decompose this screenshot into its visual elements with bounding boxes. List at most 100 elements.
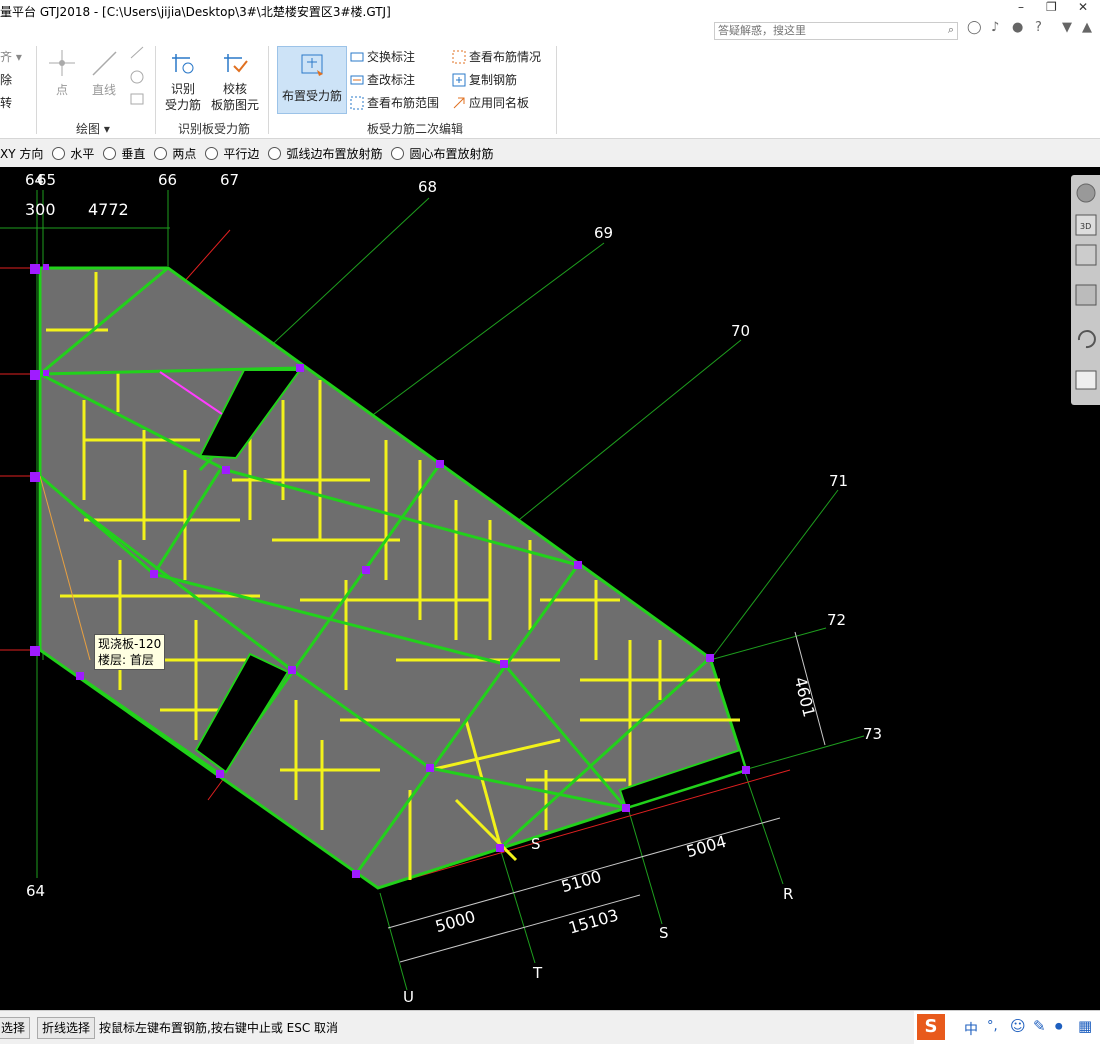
check-slab-rebar-label: 校核 板筋图元 (210, 82, 259, 112)
floor-plan[interactable] (0, 167, 1100, 1010)
chat-icon[interactable]: ● (1012, 20, 1023, 35)
cube-3d-icon: 3D (1075, 214, 1097, 236)
arc-icon (130, 46, 144, 105)
grid-icon[interactable]: ▦ (1078, 1017, 1092, 1035)
axis-label-69: 69 (594, 224, 614, 242)
edit-label-icon (350, 75, 364, 84)
draw-group-label[interactable]: 绘图 ▾ (76, 120, 110, 137)
draw-line-button[interactable]: 直线 (86, 48, 122, 98)
radio-parallel-edge[interactable]: 平行边 (205, 145, 259, 162)
radio-horizontal[interactable]: 水平 (52, 145, 94, 162)
axis-label-64-bottom: 64 (26, 882, 46, 900)
place-rebar-button[interactable]: 布置受力筋 (277, 46, 347, 114)
delete-button[interactable]: 除 (0, 71, 12, 88)
select-button[interactable]: 选择 (0, 1017, 31, 1039)
radio-center-radial[interactable]: 圆心布置放射筋 (391, 145, 493, 162)
axis-label-t: T (533, 964, 543, 982)
axis-label-u: U (403, 988, 414, 1006)
apply-same-label: 应用同名板 (469, 96, 530, 110)
close-button[interactable]: ✕ (1078, 0, 1088, 14)
ribbon: 齐 ▾ 除 转 点 直线 绘图 ▾ 识别 受力筋 校核 板筋图元 识别板受力筋 … (0, 40, 1100, 139)
apply-icon (453, 97, 465, 108)
radio-circle[interactable] (391, 146, 405, 160)
check-icon (224, 54, 248, 73)
mic-icon[interactable]: ⏺ (1055, 1017, 1063, 1035)
sogou-icon[interactable]: S (917, 1014, 945, 1040)
search-box[interactable]: ⌕ (714, 22, 958, 40)
check-label-label: 查改标注 (367, 73, 416, 87)
shirt-icon[interactable]: ▼ (1062, 20, 1072, 35)
title-bar: 量平台 GTJ2018 - [C:\Users\jijia\Desktop\3#… (0, 0, 1100, 40)
emoji-icon[interactable]: ☺ (1010, 1017, 1026, 1035)
separator (268, 46, 269, 134)
window-title: 量平台 GTJ2018 - [C:\Users\jijia\Desktop\3#… (0, 5, 391, 19)
check-label-button[interactable]: 查改标注 (350, 71, 415, 88)
bell-icon[interactable]: ♪ (991, 20, 999, 35)
rotate-button[interactable]: 转 (0, 94, 12, 111)
axis-label-67: 67 (220, 171, 240, 189)
radio-circle[interactable] (154, 146, 168, 160)
edit-group-label: 板受力筋二次编辑 (367, 122, 464, 136)
radio-arc-radial[interactable]: 弧线边布置放射筋 (268, 145, 382, 162)
radio-circle[interactable] (205, 146, 219, 160)
restore-button[interactable]: ❐ (1046, 0, 1057, 14)
apply-same-button[interactable]: 应用同名板 (452, 94, 529, 111)
radio-label: 圆心布置放射筋 (409, 146, 494, 161)
radio-vertical[interactable]: 垂直 (103, 145, 145, 162)
axis-label-s: S (659, 924, 669, 942)
list-icon (1075, 370, 1097, 390)
minimize-button[interactable]: – (1018, 0, 1024, 14)
status-bar: 选择 折线选择 按鼠标左键布置钢筋,按右键中止或 ESC 取消 S 中 °, ☺… (0, 1010, 1100, 1044)
view-tool-icons: 3D (1075, 183, 1097, 390)
tooltip-floor: 楼层: 首层 (98, 653, 154, 667)
range-icon (350, 96, 364, 109)
placement-options-bar: XY 方向 水平 垂直 两点 平行边 弧线边布置放射筋 圆心布置放射筋 (0, 140, 1100, 166)
align-label: 齐 ▾ (0, 50, 22, 64)
identify-rebar-button[interactable]: 识别 受力筋 (160, 48, 206, 113)
drawing-canvas[interactable]: 64 65 66 67 68 69 70 71 72 73 64 U T S S… (0, 167, 1100, 1010)
copy-icon (452, 73, 466, 86)
ime-chinese[interactable]: 中 (964, 1019, 978, 1039)
separator (556, 46, 557, 134)
draw-point-button[interactable]: 点 (44, 48, 80, 98)
ime-toolbar: S 中 °, ☺ ✎ ⏺ ▦ (914, 1011, 1100, 1044)
swap-icon (350, 52, 364, 61)
identify-icon (172, 54, 194, 74)
place-rebar-label: 布置受力筋 (281, 89, 342, 103)
polyline-select-button[interactable]: 折线选择 (37, 1017, 96, 1039)
radio-label: 弧线边布置放射筋 (286, 146, 383, 161)
radio-label: 水平 (70, 146, 95, 161)
cube-outline-icon (1075, 284, 1097, 306)
radio-label: 平行边 (223, 146, 260, 161)
swap-label: 交换标注 (367, 50, 416, 64)
view-rebar-button[interactable]: 查看布筋情况 (452, 48, 541, 65)
view-tools-panel: 3D (1071, 175, 1100, 405)
check-slab-rebar-button[interactable]: 校核 板筋图元 (208, 48, 262, 113)
status-message: 按鼠标左键布置钢筋,按右键中止或 ESC 取消 (99, 1021, 339, 1035)
axis-label-68: 68 (418, 178, 438, 196)
pen-icon[interactable]: ✎ (1033, 1017, 1046, 1035)
axis-label-r: R (783, 885, 794, 903)
copy-rebar-button[interactable]: 复制钢筋 (452, 71, 517, 88)
user-icon[interactable]: ◯ (967, 20, 982, 35)
radio-circle[interactable] (268, 146, 282, 160)
filter-icon[interactable]: ▲ (1082, 20, 1092, 35)
search-input[interactable] (715, 23, 938, 38)
search-icon[interactable]: ⌕ (948, 23, 954, 37)
tooltip-slab-name: 现浇板-120 (98, 637, 162, 651)
identify-rebar-label: 识别 受力筋 (164, 82, 201, 112)
align-button[interactable]: 齐 ▾ (0, 48, 22, 65)
separator (36, 46, 37, 134)
rotate-icon (1077, 330, 1096, 349)
swap-label-button[interactable]: 交换标注 (350, 48, 415, 65)
radio-circle[interactable] (103, 146, 117, 160)
view-range-button[interactable]: 查看布筋范围 (350, 94, 439, 111)
radio-circle[interactable] (52, 146, 66, 160)
cube-icon (1075, 244, 1097, 266)
draw-arc-button[interactable] (127, 44, 147, 113)
help-icon[interactable]: ? (1035, 20, 1042, 35)
radio-xy[interactable]: XY 方向 (0, 145, 43, 162)
line-label: 直线 (91, 83, 116, 97)
radio-two-points[interactable]: 两点 (154, 145, 196, 162)
ime-punct[interactable]: °, (987, 1019, 998, 1034)
